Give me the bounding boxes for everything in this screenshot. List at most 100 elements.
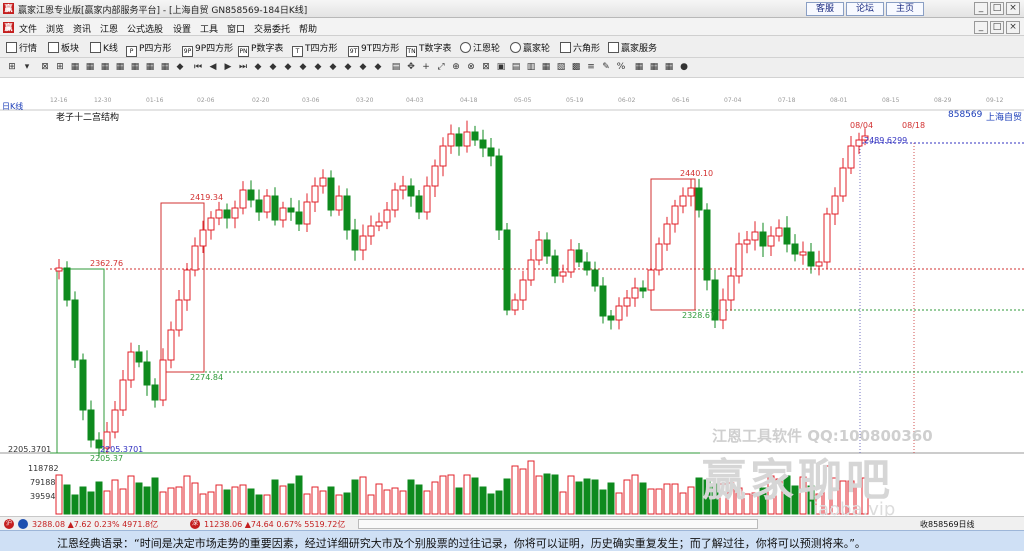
maximize-button[interactable]: □ [990,2,1004,15]
status-right-text: 收858569日线 [920,520,975,529]
tool-indicator-icon[interactable]: ⊠ [39,61,51,74]
hexagon-button[interactable]: 六角形 [560,41,600,54]
tool-mark-icon[interactable]: ◆ [297,61,309,74]
volume-bar-up [375,483,383,515]
menu-window[interactable]: 窗口 [227,22,245,35]
candle-up [815,261,823,267]
tool-tool-icon[interactable]: ▦ [159,61,171,74]
home-link[interactable]: 主页 [886,2,924,16]
candle-up [775,227,783,237]
tool-table-icon[interactable]: ▤ [510,61,522,74]
tool-next-icon[interactable]: ▶ [222,61,234,74]
menu-tools[interactable]: 工具 [200,22,218,35]
tool-list-icon[interactable]: ≡ [585,61,597,74]
menu-gann[interactable]: 江恩 [100,22,118,35]
candle-down [327,177,335,211]
close-button[interactable]: × [1006,2,1020,15]
tool-mark-icon[interactable]: ◆ [372,61,384,74]
tool-tool-icon[interactable]: ▦ [129,61,141,74]
tool-bars-icon[interactable]: ▦ [663,61,675,74]
p-square-button[interactable]: P P四方形 [126,41,171,57]
tool-layout-icon[interactable]: ⊞ [6,61,18,74]
quotes-button[interactable]: 行情 [6,41,37,54]
child-restore-button[interactable]: □ [990,21,1004,34]
candle-down [495,155,503,231]
tool-prev-icon[interactable]: ◀ [207,61,219,74]
tool-box-icon[interactable]: ⊠ [480,61,492,74]
price-label-current: 2489.6299 [864,136,907,145]
tool-tool-icon[interactable]: ▦ [69,61,81,74]
service-link[interactable]: 客服 [806,2,844,16]
menu-info[interactable]: 资讯 [73,22,91,35]
tool-grid-icon[interactable]: ▤ [390,61,402,74]
stock-name: 上海自贸 [986,113,1023,123]
tool-mark-icon[interactable]: ◆ [282,61,294,74]
tool-bars-icon[interactable]: ▦ [648,61,660,74]
tool-table-icon[interactable]: ▦ [540,61,552,74]
volume-bar-up [679,492,687,515]
menu-file[interactable]: 文件 [19,22,37,35]
9p-square-button[interactable]: 9P 9P四方形 [182,41,233,57]
tool-tool-icon[interactable]: ▦ [99,61,111,74]
tool-tool-icon[interactable]: ▦ [114,61,126,74]
volume-bar-up [311,486,319,515]
tool-mark-icon[interactable]: ◆ [312,61,324,74]
tool-bars-icon[interactable]: ▦ [633,61,645,74]
volume-bar-down [151,477,159,515]
tool-mark-icon[interactable]: ◆ [342,61,354,74]
tool-pen-icon[interactable]: ✎ [600,61,612,74]
candle-up [511,299,519,311]
price-label-box3-high: 2440.10 [680,169,713,178]
minimize-button[interactable]: _ [974,2,988,15]
menu-browse[interactable]: 浏览 [46,22,64,35]
child-minimize-button[interactable]: _ [974,21,988,34]
gann-wheel-button[interactable]: 江恩轮 [460,41,500,54]
child-close-button[interactable]: × [1006,21,1020,34]
menu-help[interactable]: 帮助 [299,22,317,35]
tool-zoom-icon[interactable]: ⤢ [435,61,447,74]
tool-mark-icon[interactable]: ◆ [267,61,279,74]
tool-tool-icon[interactable]: ▦ [144,61,156,74]
menu-settings[interactable]: 设置 [173,22,191,35]
candle-up [655,243,663,271]
hexagon-icon [560,42,571,53]
tool-tool-icon[interactable]: ▦ [84,61,96,74]
tool-table-icon[interactable]: ▩ [570,61,582,74]
p-table-button[interactable]: PN P数字表 [238,41,283,57]
t-square-button[interactable]: T T四方形 [292,41,338,57]
forum-link[interactable]: 论坛 [846,2,884,16]
p-table-icon: PN [238,46,249,57]
tool-last-icon[interactable]: ⏭ [237,61,249,74]
menu-formula[interactable]: 公式选股 [127,22,163,35]
tool-circle-icon[interactable]: ⊕ [450,61,462,74]
sector-button[interactable]: 板块 [48,41,79,54]
candle-up [167,329,175,361]
menu-trade[interactable]: 交易委托 [254,22,290,35]
tool-move-icon[interactable]: ✥ [405,61,417,74]
tool-mark-icon[interactable]: ◆ [252,61,264,74]
winner-wheel-button[interactable]: 赢家轮 [510,41,550,54]
price-label-box1-low2: 2205.37 [90,454,123,463]
tool-cross-icon[interactable]: ⊗ [465,61,477,74]
t-table-button[interactable]: TN T数字表 [406,41,452,57]
tool-percent-icon[interactable]: % [615,61,627,74]
tool-crosshair-icon[interactable]: + [420,61,432,74]
winner-service-button[interactable]: 赢家服务 [608,41,657,54]
candle-down [807,251,815,267]
tool-table-icon[interactable]: ▧ [555,61,567,74]
tool-dot-icon[interactable]: ● [678,61,690,74]
candle-up [207,217,215,231]
price-label-left-low: 2205.3701 [8,445,51,454]
9t-square-button[interactable]: 9T 9T四方形 [348,41,399,57]
candle-down [255,199,263,213]
tool-dropdown-icon[interactable]: ▾ [21,61,33,74]
horizontal-scrollbar[interactable] [358,519,758,529]
tool-tool-icon[interactable]: ⊞ [54,61,66,74]
tool-mark-icon[interactable]: ◆ [174,61,186,74]
tool-mark-icon[interactable]: ◆ [327,61,339,74]
tool-mark-icon[interactable]: ◆ [357,61,369,74]
tool-table-icon[interactable]: ▥ [525,61,537,74]
kline-button[interactable]: K线 [90,41,118,54]
tool-fill-icon[interactable]: ▣ [495,61,507,74]
tool-first-icon[interactable]: ⏮ [192,61,204,74]
